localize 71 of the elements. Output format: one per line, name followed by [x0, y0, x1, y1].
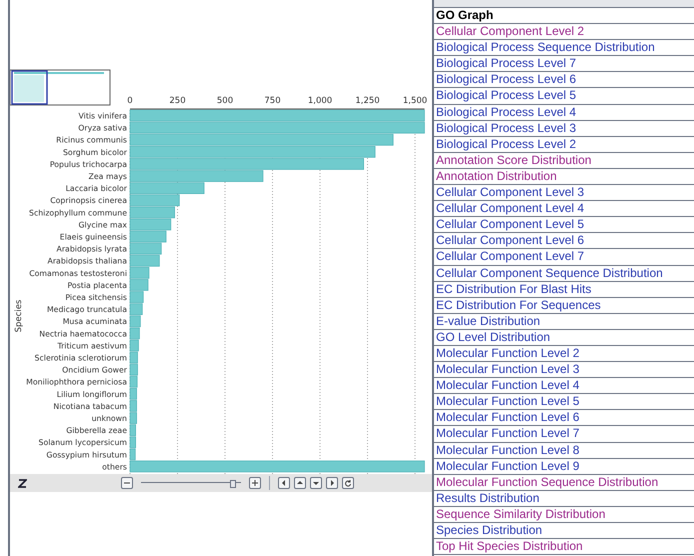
pan-up-icon: [296, 479, 304, 487]
bar: [130, 279, 148, 291]
report-link[interactable]: EC Distribution For Blast Hits: [436, 282, 592, 296]
axis-tick-label: 1,500: [402, 96, 428, 106]
report-link[interactable]: EC Distribution For Sequences: [436, 298, 601, 312]
report-link[interactable]: Cellular Component Level 2: [436, 24, 584, 38]
pan-right-icon: [328, 479, 336, 487]
report-link[interactable]: E-value Distribution: [436, 314, 540, 328]
axis-tick-label: 1,000: [308, 96, 332, 106]
report-link[interactable]: Biological Process Level 3: [436, 120, 576, 135]
report-link[interactable]: Biological Process Level 7: [436, 56, 576, 70]
pan-right-button[interactable]: [326, 477, 338, 489]
report-link[interactable]: Annotation Score Distribution: [436, 152, 592, 167]
bar: [130, 376, 138, 388]
axis-title: Species: [14, 300, 24, 332]
report-link[interactable]: Biological Process Level 4: [436, 104, 576, 119]
bar: [130, 230, 166, 242]
report-link[interactable]: Results Distribution: [436, 490, 540, 505]
pan-left-button[interactable]: [278, 477, 290, 489]
report-link[interactable]: Cellular Component Sequence Distribution: [436, 266, 663, 280]
report-link[interactable]: Biological Process Level 5: [436, 88, 576, 102]
bar: [130, 340, 139, 352]
report-link[interactable]: Molecular Function Level 5: [436, 394, 580, 408]
report-link[interactable]: Cellular Component Level 5: [436, 217, 584, 232]
zoom-slider[interactable]: [141, 478, 241, 488]
report-link[interactable]: Cellular Component Level 6: [436, 233, 584, 248]
bar: [130, 218, 172, 230]
zoom-icon[interactable]: [18, 478, 27, 488]
report-link[interactable]: Cellular Component Level 3: [436, 185, 584, 200]
pan-left-icon: [280, 479, 288, 487]
list-header: GO Graph: [434, 8, 694, 24]
zoom-in-icon: [251, 479, 259, 487]
report-link[interactable]: Species Distribution: [436, 523, 542, 537]
report-link[interactable]: Molecular Function Level 3: [436, 362, 580, 376]
bar: [130, 291, 144, 303]
zoom-out-button[interactable]: [121, 477, 133, 489]
overview-thumbnail[interactable]: [10, 70, 110, 106]
bar: [130, 315, 141, 328]
report-link[interactable]: Molecular Function Sequence Distribution: [436, 474, 658, 489]
bar: [130, 206, 175, 218]
report-link[interactable]: Annotation Distribution: [436, 168, 557, 183]
reset-view-button[interactable]: [342, 477, 354, 489]
bar: [130, 242, 162, 254]
report-link[interactable]: Molecular Function Level 7: [436, 426, 580, 440]
report-link[interactable]: Biological Process Sequence Distribution: [436, 40, 655, 54]
report-link[interactable]: Molecular Function Level 8: [436, 442, 580, 457]
report-link[interactable]: Molecular Function Level 4: [436, 378, 580, 392]
report-link[interactable]: Top Hit Species Distribution: [436, 539, 583, 554]
zoom-in-button[interactable]: [249, 477, 261, 489]
report-link[interactable]: Biological Process Level 6: [436, 72, 576, 86]
report-link[interactable]: Molecular Function Level 9: [436, 458, 580, 473]
bar: [130, 352, 138, 364]
report-link[interactable]: Molecular Function Level 2: [436, 346, 580, 360]
pan-down-icon: [312, 479, 320, 487]
report-link[interactable]: Cellular Component Level 4: [436, 201, 584, 216]
axis-tick-label: 0: [127, 96, 133, 106]
report-link[interactable]: Molecular Function Level 6: [436, 410, 580, 424]
report-link[interactable]: Biological Process Level 2: [436, 136, 576, 151]
report-link[interactable]: GO Level Distribution: [436, 330, 550, 344]
pan-down-button[interactable]: [310, 477, 322, 489]
report-link[interactable]: Sequence Similarity Distribution: [436, 506, 606, 521]
reset-view-icon: [344, 479, 352, 487]
pan-up-button[interactable]: [294, 477, 306, 489]
axis-tick-label: 1,250: [355, 96, 380, 106]
axis-tick-label: 750: [264, 96, 281, 106]
report-link[interactable]: Cellular Component Level 7: [436, 249, 584, 264]
axis-tick-label: 500: [216, 96, 234, 106]
axis-tick-label: 250: [169, 96, 186, 106]
bar: [130, 328, 140, 340]
bar: [130, 364, 138, 376]
bar: [130, 303, 143, 315]
